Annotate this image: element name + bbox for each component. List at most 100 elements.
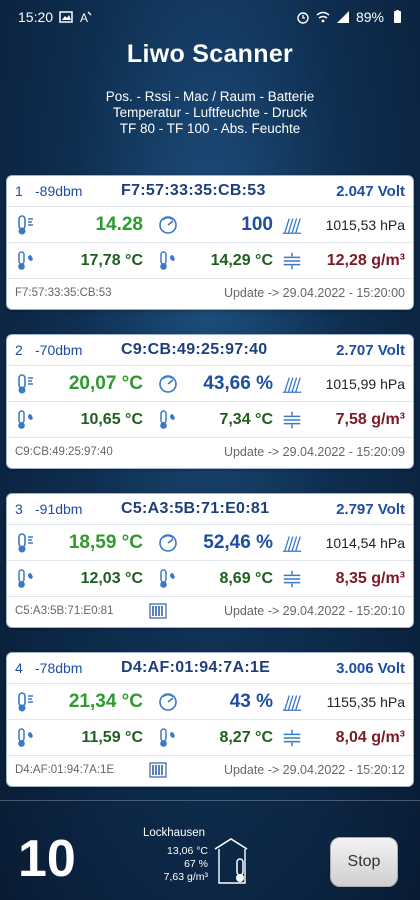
sensor-position: 4 <box>15 660 23 676</box>
wifi-icon <box>316 11 330 23</box>
card-footer-row: C9:CB:49:25:97:40 Update -> 29.04.2022 -… <box>7 437 413 465</box>
app-title: Liwo Scanner <box>126 40 294 68</box>
sensor-mac-small: C5:A3:5B:71:E0:81 <box>15 604 114 617</box>
sensor-rssi: -78dbm <box>35 660 83 676</box>
status-time: 15:20 <box>18 9 54 25</box>
pressure-value: 1014,54 hPa <box>325 534 405 551</box>
card-footer-row: D4:AF:01:94:7A:1E Update -> 29.04.2022 -… <box>7 755 413 783</box>
tf80-icon <box>15 408 37 432</box>
pressure-icon <box>281 690 303 714</box>
signal-icon <box>336 11 349 23</box>
tf100-value: 14,29 °C <box>210 251 273 269</box>
sensor-mac-small: F7:57:33:35:CB:53 <box>15 286 112 299</box>
tf100-icon <box>157 249 179 273</box>
tf80-icon <box>15 567 37 591</box>
absolute-humidity-value: 8,04 g/m³ <box>335 728 405 746</box>
tf100-icon <box>157 408 179 432</box>
sensor-position: 2 <box>15 342 23 358</box>
temperature-value: 20,07 °C <box>68 372 143 394</box>
header: Liwo Scanner Pos. - Rssi - Mac / Raum - … <box>0 40 420 137</box>
humidity-value: 52,46 % <box>203 531 273 553</box>
card-dewpoint-row: 11,59 °C 8,27 °C 8,04 g/m³ <box>7 719 413 755</box>
station-name: Lockhausen <box>140 827 208 840</box>
card-dewpoint-row: 10,65 °C 7,34 °C 7,58 g/m³ <box>7 401 413 437</box>
sensor-rssi: -89dbm <box>35 183 83 199</box>
tf100-value: 7,34 °C <box>219 410 273 428</box>
status-right: 89% <box>296 9 404 25</box>
absolute-humidity-icon <box>281 567 303 591</box>
temperature-value: 18,59 °C <box>68 531 143 553</box>
card-main-row: 21,34 °C 43 % 1155,35 hPa <box>7 683 413 719</box>
legend-line-2: Temperatur - Luftfeuchte - Druck <box>112 105 308 120</box>
card-footer-row: C5:A3:5B:71:E0:81 Update -> 29.04.2022 -… <box>7 596 413 624</box>
absolute-humidity-icon <box>281 408 303 432</box>
pressure-value: 1015,99 hPa <box>325 375 405 392</box>
absolute-humidity-icon <box>281 726 303 750</box>
tf80-icon <box>15 249 37 273</box>
humidity-gauge-icon <box>157 372 179 396</box>
card-header-row: 2 -70dbm C9:CB:49:25:97:40 2.707 Volt <box>7 335 413 365</box>
legend-line-3: TF 80 - TF 100 - Abs. Feuchte <box>119 121 301 136</box>
thermometer-icon <box>15 690 37 714</box>
card-dewpoint-row: 12,03 °C 8,69 °C 8,35 g/m³ <box>7 560 413 596</box>
battery-icon <box>394 10 401 23</box>
sensor-card[interactable]: 3 -91dbm C5:A3:5B:71:E0:81 2.797 Volt 18… <box>6 493 414 628</box>
battery-percent: 89% <box>355 9 384 25</box>
card-footer-row: F7:57:33:35:CB:53 Update -> 29.04.2022 -… <box>7 278 413 306</box>
humidity-value: 43,66 % <box>203 372 273 394</box>
sensor-card[interactable]: 4 -78dbm D4:AF:01:94:7A:1E 3.006 Volt 21… <box>6 652 414 787</box>
station-abs-humidity: 7,63 g/m³ <box>163 871 208 883</box>
tf80-icon <box>15 726 37 750</box>
absolute-humidity-value: 8,35 g/m³ <box>335 569 405 587</box>
station-temp: 13,06 °C <box>167 845 208 857</box>
sensor-position: 3 <box>15 501 23 517</box>
status-left: 15:20 A <box>18 9 93 25</box>
image-icon <box>59 11 73 23</box>
legend-line-1: Pos. - Rssi - Mac / Raum - Batterie <box>105 89 315 104</box>
status-bar: 15:20 A 89% <box>0 0 420 34</box>
pressure-icon <box>281 213 303 237</box>
pressure-icon <box>281 531 303 555</box>
sensor-card[interactable]: 2 -70dbm C9:CB:49:25:97:40 2.707 Volt 20… <box>6 334 414 469</box>
stop-button[interactable]: Stop <box>330 837 398 887</box>
humidity-value: 43 % <box>229 690 273 712</box>
sensor-rssi: -91dbm <box>35 501 83 517</box>
sensor-mac: F7:57:33:35:CB:53 <box>121 182 266 199</box>
temperature-value: 14.28 <box>95 213 143 235</box>
card-header-row: 1 -89dbm F7:57:33:35:CB:53 2.047 Volt <box>7 176 413 206</box>
temperature-value: 21,34 °C <box>68 690 143 712</box>
sensor-voltage: 2.797 Volt <box>336 500 405 518</box>
sensor-voltage: 2.047 Volt <box>336 182 405 200</box>
absolute-humidity-value: 12,28 g/m³ <box>326 251 405 269</box>
station-name-label: Lockhausen <box>142 827 206 839</box>
sensor-list: 1 -89dbm F7:57:33:35:CB:53 2.047 Volt 14… <box>6 175 414 811</box>
tf80-value: 17,78 °C <box>80 251 143 269</box>
alarm-icon <box>297 12 309 24</box>
pressure-value: 1015,53 hPa <box>325 216 405 233</box>
sensor-voltage: 2.707 Volt <box>336 341 405 359</box>
absolute-humidity-icon <box>281 249 303 273</box>
battery-bars-icon <box>149 602 179 619</box>
tf100-icon <box>157 567 179 591</box>
house-thermometer-icon <box>214 838 248 884</box>
pressure-value: 1155,35 hPa <box>326 693 405 710</box>
svg-text:A: A <box>80 11 88 24</box>
sensor-mac-small: D4:AF:01:94:7A:1E <box>15 763 115 776</box>
update-timestamp: Update -> 29.04.2022 - 15:20:12 <box>223 762 405 777</box>
humidity-gauge-icon <box>157 531 179 555</box>
footer-bar: 10 Lockhausen 13,06 °C 67 % 7,63 g/m³ St… <box>0 800 420 900</box>
tf80-value: 12,03 °C <box>80 569 143 587</box>
accessibility-icon: A <box>80 11 92 24</box>
column-legend: Pos. - Rssi - Mac / Raum - Batterie Temp… <box>0 89 420 137</box>
humidity-value: 100 <box>241 213 273 235</box>
battery-bars-icon <box>149 761 179 778</box>
humidity-gauge-icon <box>157 690 179 714</box>
sensor-mac: C5:A3:5B:71:E0:81 <box>121 500 270 517</box>
card-main-row: 20,07 °C 43,66 % 1015,99 hPa <box>7 365 413 401</box>
sensor-card[interactable]: 1 -89dbm F7:57:33:35:CB:53 2.047 Volt 14… <box>6 175 414 310</box>
card-dewpoint-row: 17,78 °C 14,29 °C 12,28 g/m³ <box>7 242 413 278</box>
update-timestamp: Update -> 29.04.2022 - 15:20:10 <box>223 603 405 618</box>
tf100-value: 8,69 °C <box>219 569 273 587</box>
update-timestamp: Update -> 29.04.2022 - 15:20:09 <box>223 444 405 459</box>
pressure-icon <box>281 372 303 396</box>
